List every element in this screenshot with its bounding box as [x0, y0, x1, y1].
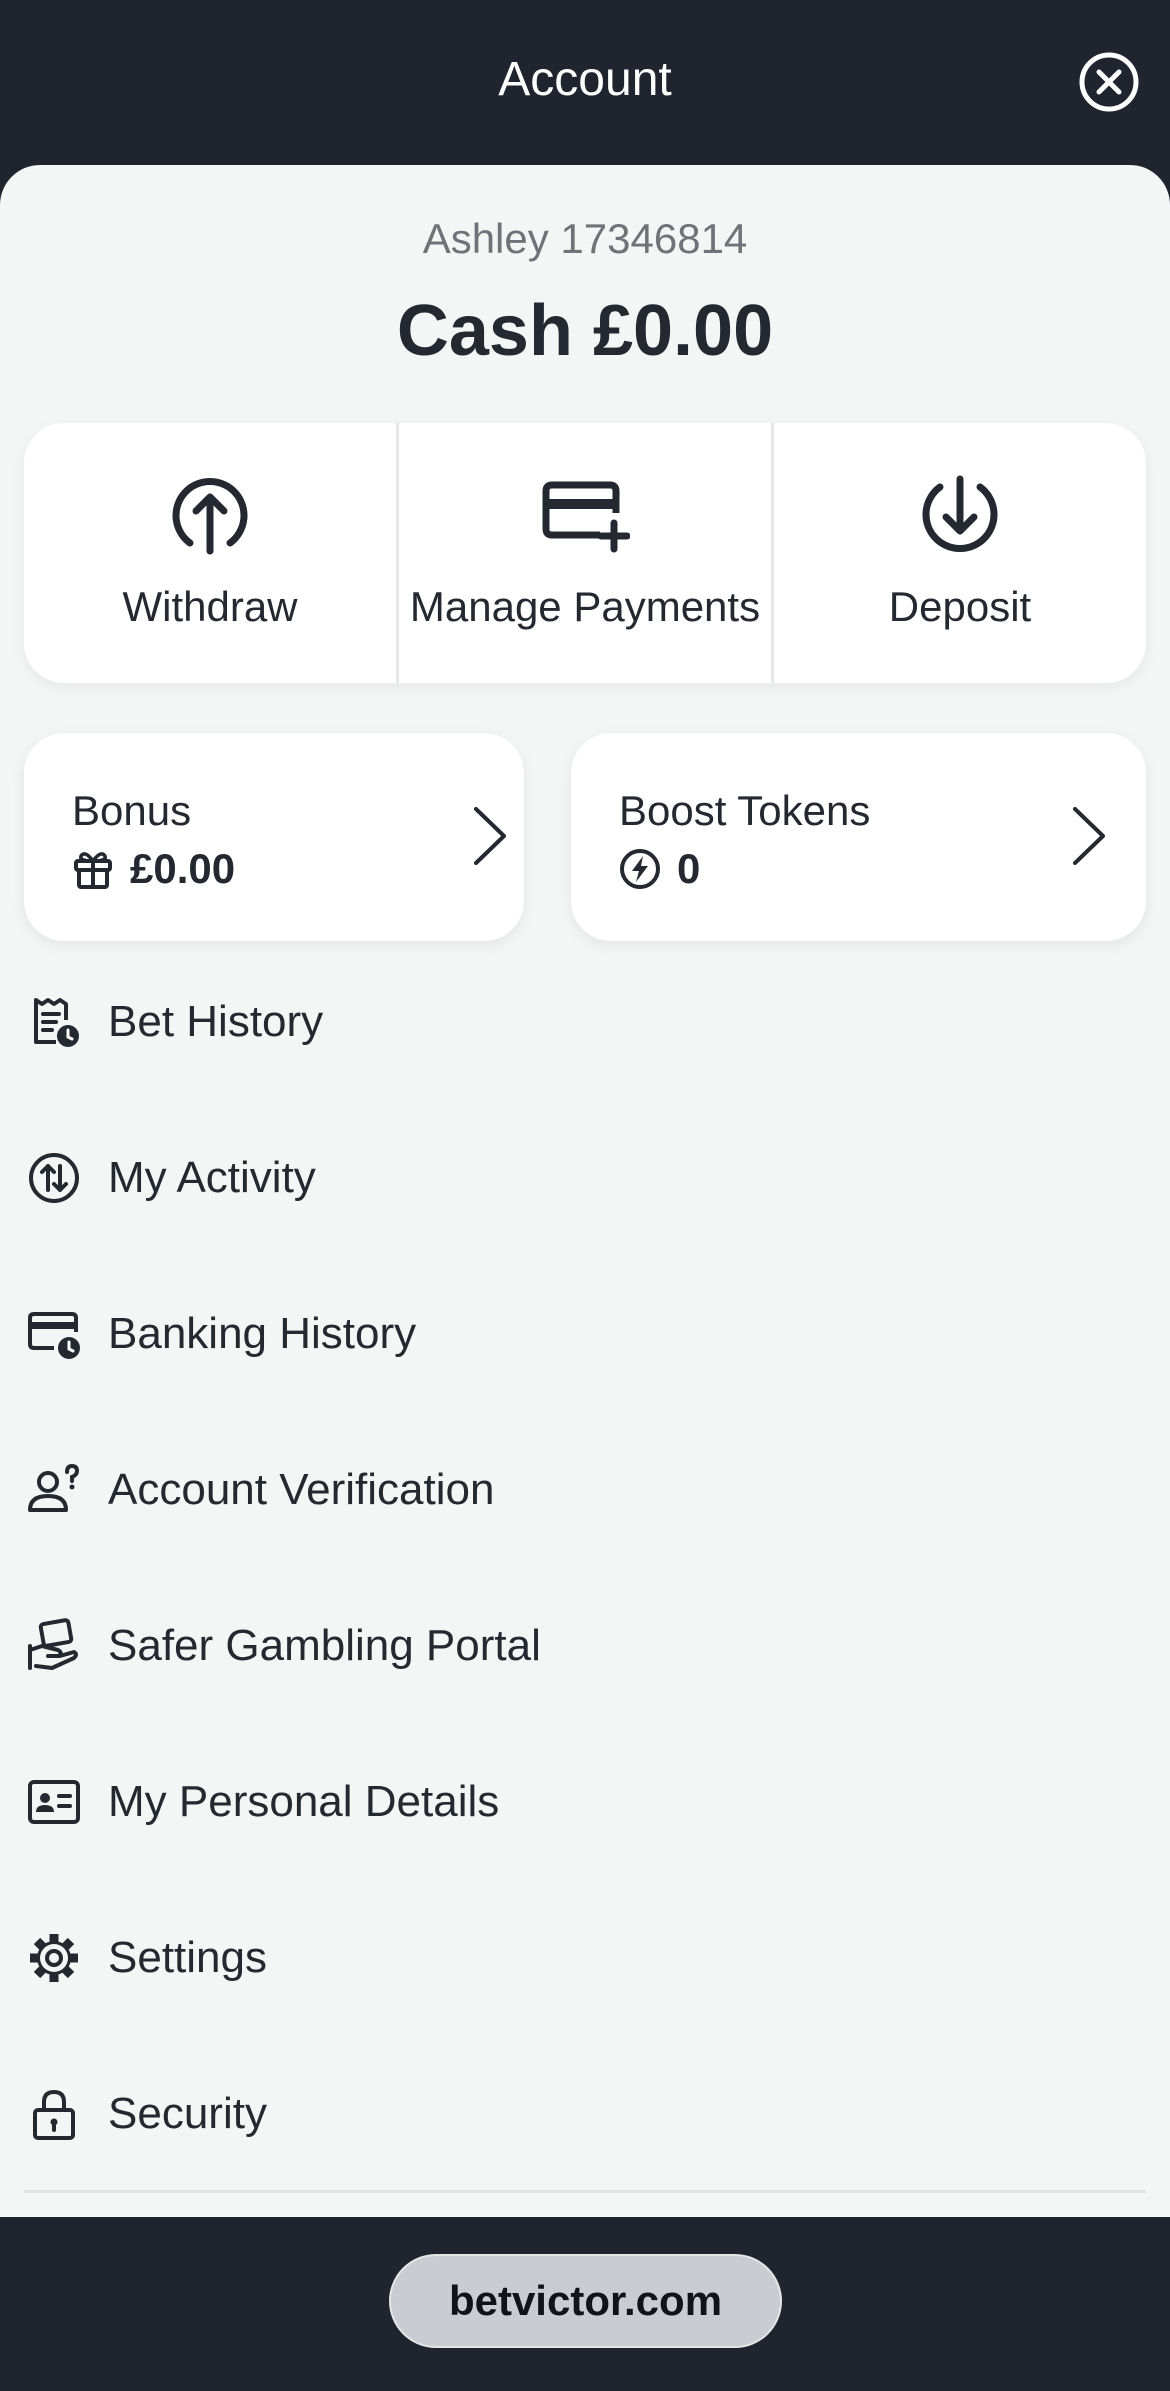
- top-bar: Account: [0, 0, 1170, 165]
- lock-icon: [33, 2089, 75, 2140]
- chevron-right-icon: [1073, 807, 1105, 865]
- menu-item-label: Bet History: [108, 997, 324, 1046]
- close-circle-icon: [1079, 52, 1139, 112]
- gear-icon: [30, 1934, 78, 1982]
- menu-item-security[interactable]: Security: [0, 2036, 1170, 2192]
- divider: [24, 2190, 1146, 2193]
- receipt-clock-icon: [34, 998, 79, 1047]
- user-question-icon: [28, 1463, 80, 1512]
- deposit-button[interactable]: Deposit: [771, 423, 1146, 683]
- menu-item-label: Safer Gambling Portal: [108, 1621, 541, 1670]
- url-bar[interactable]: betvictor.com: [389, 2254, 782, 2348]
- menu-item-bet-history[interactable]: Bet History: [0, 944, 1170, 1100]
- menu-item-label: Banking History: [108, 1309, 417, 1358]
- arrow-up-circle-icon: [172, 478, 248, 555]
- withdraw-button[interactable]: Withdraw: [24, 423, 396, 683]
- chevron-right-icon: [474, 807, 506, 865]
- menu-item-label: Security: [108, 2089, 267, 2138]
- menu-item-settings[interactable]: Settings: [0, 1880, 1170, 2036]
- bonus-value-row: £0.00: [72, 845, 235, 893]
- activity-arrows-icon: [29, 1153, 79, 1203]
- close-button[interactable]: [1078, 51, 1140, 113]
- wallet-actions: Withdraw Manage Payments Deposit: [24, 423, 1146, 683]
- card-clock-icon: [28, 1312, 80, 1359]
- user-name-id: Ashley 17346814: [422, 215, 748, 262]
- bonus-card[interactable]: Bonus £0.00: [24, 733, 524, 941]
- menu-item-safer-gambling-portal[interactable]: Safer Gambling Portal: [0, 1568, 1170, 1724]
- menu-item-my-personal-details[interactable]: My Personal Details: [0, 1724, 1170, 1880]
- hand-card-icon: [28, 1618, 78, 1670]
- menu-item-my-activity[interactable]: My Activity: [0, 1100, 1170, 1256]
- browser-bottom-bar: betvictor.com: [0, 2217, 1170, 2391]
- manage-payments-label: Manage Payments: [409, 583, 761, 630]
- menu-item-account-verification[interactable]: Account Verification: [0, 1412, 1170, 1568]
- menu-item-label: My Activity: [108, 1153, 316, 1202]
- menu-item-label: Account Verification: [108, 1465, 495, 1514]
- card-plus-icon: [542, 481, 630, 553]
- deposit-label: Deposit: [888, 583, 1032, 630]
- manage-payments-button[interactable]: Manage Payments: [396, 423, 771, 683]
- bonus-value: £0.00: [130, 845, 236, 892]
- arrow-down-circle-icon: [922, 475, 998, 552]
- menu-item-label: Settings: [108, 1933, 267, 1982]
- boost-tokens-title: Boost Tokens: [619, 787, 871, 834]
- boost-tokens-card[interactable]: Boost Tokens 0: [571, 733, 1146, 941]
- cash-balance: Cash £0.00: [396, 291, 774, 371]
- id-card-icon: [28, 1780, 80, 1824]
- page-title: Account: [498, 53, 672, 106]
- boost-tokens-value: 0: [677, 845, 701, 892]
- withdraw-label: Withdraw: [122, 583, 298, 630]
- account-menu: Bet History My Activity Banking History: [0, 944, 1170, 2192]
- boost-tokens-value-row: 0: [619, 845, 700, 893]
- gift-icon: [74, 852, 112, 889]
- menu-item-banking-history[interactable]: Banking History: [0, 1256, 1170, 1412]
- bonus-title: Bonus: [72, 787, 192, 834]
- bolt-circle-icon: [620, 849, 660, 889]
- menu-item-label: My Personal Details: [108, 1777, 500, 1826]
